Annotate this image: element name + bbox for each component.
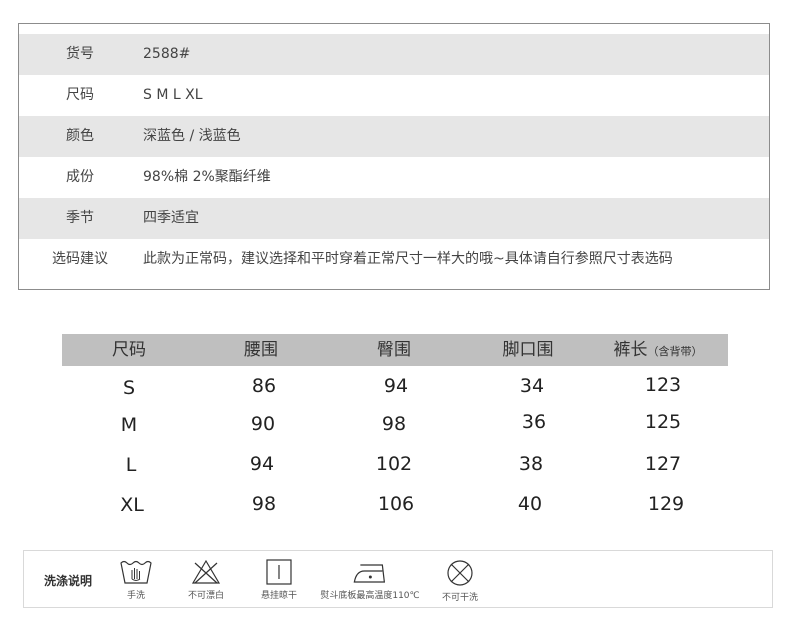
table-cell: 98 — [251, 493, 277, 515]
table-cell: 38 — [518, 453, 544, 475]
wash-item-no-tumble-dry: 不可干洗 — [442, 559, 478, 603]
iron-icon — [353, 564, 385, 583]
info-value: 此款为正常码，建议选择和平时穿着正常尺寸一样大的哦~具体请自行参照尺寸表选码 — [143, 251, 673, 267]
hand-wash-icon — [120, 560, 152, 584]
table-cell: M — [120, 414, 138, 436]
table-cell: XL — [120, 494, 144, 516]
info-value: 四季适宜 — [143, 210, 199, 226]
table-cell: 123 — [644, 374, 682, 396]
wash-label: 熨斗底板最高温度110℃ — [320, 591, 420, 601]
info-row-color: 颜色 深蓝色 / 浅蓝色 — [19, 116, 769, 157]
table-cell: 127 — [644, 453, 682, 475]
info-key: 季节 — [66, 210, 94, 226]
size-table-header: 尺码 腰围 臀围 脚口围 裤长（含背带） — [62, 334, 728, 366]
table-cell: 102 — [375, 453, 413, 475]
table-cell: 90 — [250, 413, 276, 435]
wash-instructions: 洗涤说明 手洗 不可漂白 悬挂晾干 熨斗底板最高温度110℃ 不可干洗 — [23, 550, 773, 608]
header-size: 尺码 — [112, 340, 146, 360]
table-cell: 129 — [647, 493, 685, 515]
wash-label: 不可干洗 — [441, 593, 479, 603]
header-length-note: （含背带） — [647, 345, 703, 358]
wash-item-hand-wash: 手洗 — [119, 559, 153, 601]
table-cell: L — [125, 454, 137, 476]
no-bleach-icon — [191, 559, 221, 584]
info-value: 98%棉 2%聚酯纤维 — [143, 169, 271, 185]
header-hip: 臀围 — [377, 340, 411, 360]
info-row-composition: 成份 98%棉 2%聚酯纤维 — [19, 157, 769, 198]
table-cell: 36 — [521, 411, 547, 433]
info-key: 尺码 — [66, 87, 94, 103]
info-value: 2588# — [143, 46, 191, 62]
wash-title: 洗涤说明 — [44, 574, 93, 588]
header-length-label: 裤长 — [613, 340, 648, 360]
header-length: 裤长（含背带） — [614, 334, 703, 368]
wash-item-hang-dry: 悬挂晾干 — [261, 559, 297, 601]
info-row-item-number: 货号 2588# — [19, 34, 769, 75]
hang-dry-icon — [266, 559, 292, 585]
table-cell: 98 — [381, 413, 407, 435]
table-cell: 86 — [251, 375, 277, 397]
table-cell: 94 — [383, 375, 409, 397]
header-leg-opening: 脚口围 — [502, 340, 554, 360]
wash-item-iron: 熨斗底板最高温度110℃ — [320, 559, 420, 601]
info-key: 选码建议 — [52, 251, 108, 267]
info-value: S M L XL — [143, 87, 203, 103]
no-tumble-dry-icon — [447, 560, 473, 586]
product-info-table: 货号 2588# 尺码 S M L XL 颜色 深蓝色 / 浅蓝色 成份 98%… — [18, 23, 770, 290]
table-cell: 106 — [377, 493, 415, 515]
info-key: 货号 — [66, 46, 94, 62]
info-value: 深蓝色 / 浅蓝色 — [143, 128, 241, 144]
info-key: 成份 — [66, 169, 94, 185]
info-key: 颜色 — [66, 128, 94, 144]
wash-label: 悬挂晾干 — [260, 591, 298, 601]
table-cell: 94 — [249, 453, 275, 475]
info-row-season: 季节 四季适宜 — [19, 198, 769, 239]
wash-label: 手洗 — [126, 591, 145, 601]
info-row-size-advice: 选码建议 此款为正常码，建议选择和平时穿着正常尺寸一样大的哦~具体请自行参照尺寸… — [19, 239, 769, 280]
wash-label: 不可漂白 — [187, 591, 225, 601]
info-row-size: 尺码 S M L XL — [19, 75, 769, 116]
header-waist: 腰围 — [244, 340, 278, 360]
wash-item-no-bleach: 不可漂白 — [188, 559, 224, 601]
table-cell: S — [122, 377, 136, 399]
table-cell: 34 — [519, 375, 545, 397]
table-cell: 125 — [644, 411, 682, 433]
table-cell: 40 — [517, 493, 543, 515]
